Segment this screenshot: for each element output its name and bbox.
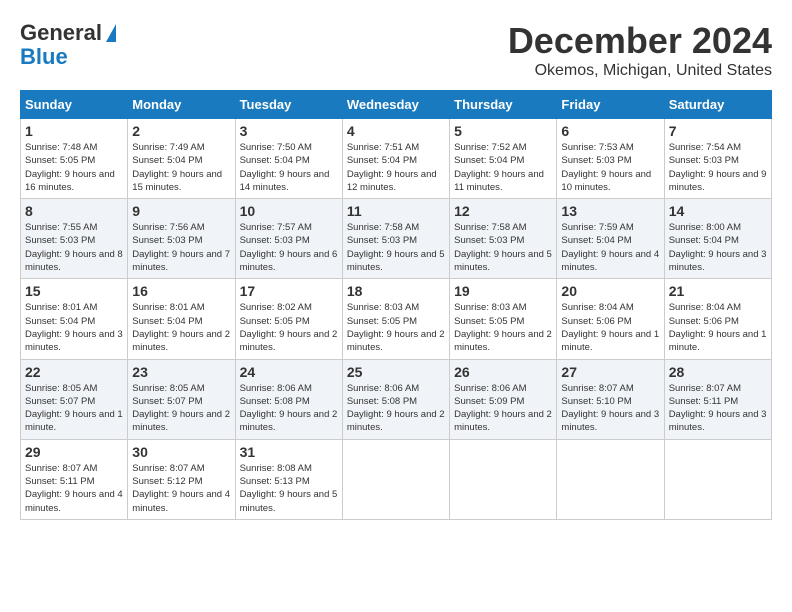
day-8: 8 Sunrise: 7:55 AM Sunset: 5:03 PM Dayli… bbox=[21, 199, 128, 279]
day-16: 16 Sunrise: 8:01 AM Sunset: 5:04 PM Dayl… bbox=[128, 279, 235, 359]
day-7: 7 Sunrise: 7:54 AM Sunset: 5:03 PM Dayli… bbox=[664, 119, 771, 199]
day-num-1: 1 bbox=[25, 123, 123, 139]
day-19: 19 Sunrise: 8:03 AM Sunset: 5:05 PM Dayl… bbox=[450, 279, 557, 359]
day-17: 17 Sunrise: 8:02 AM Sunset: 5:05 PM Dayl… bbox=[235, 279, 342, 359]
day-31: 31 Sunrise: 8:08 AM Sunset: 5:13 PM Dayl… bbox=[235, 439, 342, 519]
day-26: 26 Sunrise: 8:06 AM Sunset: 5:09 PM Dayl… bbox=[450, 359, 557, 439]
day-25: 25 Sunrise: 8:06 AM Sunset: 5:08 PM Dayl… bbox=[342, 359, 449, 439]
empty-fri bbox=[557, 439, 664, 519]
day-15: 15 Sunrise: 8:01 AM Sunset: 5:04 PM Dayl… bbox=[21, 279, 128, 359]
week-row-2: 8 Sunrise: 7:55 AM Sunset: 5:03 PM Dayli… bbox=[21, 199, 772, 279]
calendar-header-row: Sunday Monday Tuesday Wednesday Thursday… bbox=[21, 91, 772, 119]
logo-triangle-icon bbox=[106, 24, 116, 42]
page-header: General Blue December 2024 Okemos, Michi… bbox=[20, 20, 772, 80]
day-3: 3 Sunrise: 7:50 AM Sunset: 5:04 PM Dayli… bbox=[235, 119, 342, 199]
day-6: 6 Sunrise: 7:53 AM Sunset: 5:03 PM Dayli… bbox=[557, 119, 664, 199]
day-24: 24 Sunrise: 8:06 AM Sunset: 5:08 PM Dayl… bbox=[235, 359, 342, 439]
logo-general-text: General bbox=[20, 20, 102, 46]
week-row-5: 29 Sunrise: 8:07 AM Sunset: 5:11 PM Dayl… bbox=[21, 439, 772, 519]
header-friday: Friday bbox=[557, 91, 664, 119]
day-info-5: Sunrise: 7:52 AM Sunset: 5:04 PM Dayligh… bbox=[454, 141, 552, 194]
day-14: 14 Sunrise: 8:00 AM Sunset: 5:04 PM Dayl… bbox=[664, 199, 771, 279]
day-num-6: 6 bbox=[561, 123, 659, 139]
day-num-3: 3 bbox=[240, 123, 338, 139]
week-row-4: 22 Sunrise: 8:05 AM Sunset: 5:07 PM Dayl… bbox=[21, 359, 772, 439]
day-info-4: Sunrise: 7:51 AM Sunset: 5:04 PM Dayligh… bbox=[347, 141, 445, 194]
calendar-table: Sunday Monday Tuesday Wednesday Thursday… bbox=[20, 90, 772, 520]
day-1: 1 Sunrise: 7:48 AM Sunset: 5:05 PM Dayli… bbox=[21, 119, 128, 199]
day-27: 27 Sunrise: 8:07 AM Sunset: 5:10 PM Dayl… bbox=[557, 359, 664, 439]
header-sunday: Sunday bbox=[21, 91, 128, 119]
day-info-2: Sunrise: 7:49 AM Sunset: 5:04 PM Dayligh… bbox=[132, 141, 230, 194]
page-title: December 2024 bbox=[508, 20, 772, 62]
day-22: 22 Sunrise: 8:05 AM Sunset: 5:07 PM Dayl… bbox=[21, 359, 128, 439]
week-row-1: 1 Sunrise: 7:48 AM Sunset: 5:05 PM Dayli… bbox=[21, 119, 772, 199]
empty-sat bbox=[664, 439, 771, 519]
day-23: 23 Sunrise: 8:05 AM Sunset: 5:07 PM Dayl… bbox=[128, 359, 235, 439]
day-20: 20 Sunrise: 8:04 AM Sunset: 5:06 PM Dayl… bbox=[557, 279, 664, 359]
day-29: 29 Sunrise: 8:07 AM Sunset: 5:11 PM Dayl… bbox=[21, 439, 128, 519]
header-saturday: Saturday bbox=[664, 91, 771, 119]
page-subtitle: Okemos, Michigan, United States bbox=[508, 62, 772, 80]
header-tuesday: Tuesday bbox=[235, 91, 342, 119]
header-wednesday: Wednesday bbox=[342, 91, 449, 119]
empty-wed bbox=[342, 439, 449, 519]
day-30: 30 Sunrise: 8:07 AM Sunset: 5:12 PM Dayl… bbox=[128, 439, 235, 519]
title-block: December 2024 Okemos, Michigan, United S… bbox=[508, 20, 772, 80]
day-21: 21 Sunrise: 8:04 AM Sunset: 5:06 PM Dayl… bbox=[664, 279, 771, 359]
day-13: 13 Sunrise: 7:59 AM Sunset: 5:04 PM Dayl… bbox=[557, 199, 664, 279]
day-4: 4 Sunrise: 7:51 AM Sunset: 5:04 PM Dayli… bbox=[342, 119, 449, 199]
day-num-7: 7 bbox=[669, 123, 767, 139]
day-num-2: 2 bbox=[132, 123, 230, 139]
day-10: 10 Sunrise: 7:57 AM Sunset: 5:03 PM Dayl… bbox=[235, 199, 342, 279]
day-12: 12 Sunrise: 7:58 AM Sunset: 5:03 PM Dayl… bbox=[450, 199, 557, 279]
empty-thu bbox=[450, 439, 557, 519]
header-monday: Monday bbox=[128, 91, 235, 119]
day-info-1: Sunrise: 7:48 AM Sunset: 5:05 PM Dayligh… bbox=[25, 141, 123, 194]
header-thursday: Thursday bbox=[450, 91, 557, 119]
week-row-3: 15 Sunrise: 8:01 AM Sunset: 5:04 PM Dayl… bbox=[21, 279, 772, 359]
day-28: 28 Sunrise: 8:07 AM Sunset: 5:11 PM Dayl… bbox=[664, 359, 771, 439]
day-num-5: 5 bbox=[454, 123, 552, 139]
day-num-4: 4 bbox=[347, 123, 445, 139]
day-11: 11 Sunrise: 7:58 AM Sunset: 5:03 PM Dayl… bbox=[342, 199, 449, 279]
day-5: 5 Sunrise: 7:52 AM Sunset: 5:04 PM Dayli… bbox=[450, 119, 557, 199]
logo: General Blue bbox=[20, 20, 116, 70]
day-2: 2 Sunrise: 7:49 AM Sunset: 5:04 PM Dayli… bbox=[128, 119, 235, 199]
day-info-3: Sunrise: 7:50 AM Sunset: 5:04 PM Dayligh… bbox=[240, 141, 338, 194]
logo-blue-text: Blue bbox=[20, 44, 68, 70]
day-18: 18 Sunrise: 8:03 AM Sunset: 5:05 PM Dayl… bbox=[342, 279, 449, 359]
day-info-7: Sunrise: 7:54 AM Sunset: 5:03 PM Dayligh… bbox=[669, 141, 767, 194]
day-9: 9 Sunrise: 7:56 AM Sunset: 5:03 PM Dayli… bbox=[128, 199, 235, 279]
day-info-6: Sunrise: 7:53 AM Sunset: 5:03 PM Dayligh… bbox=[561, 141, 659, 194]
